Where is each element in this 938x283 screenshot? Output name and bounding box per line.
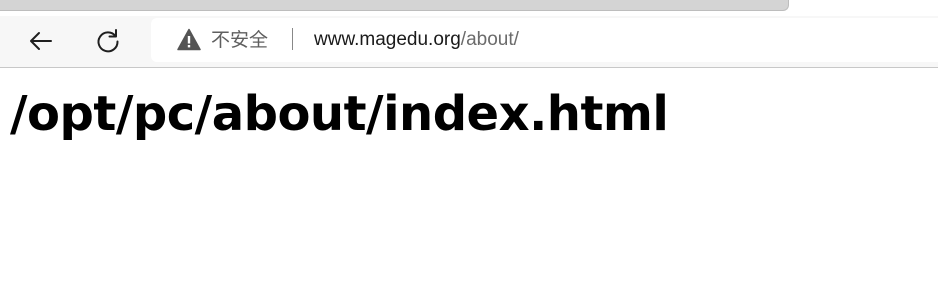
url-host: www.magedu.org: [314, 29, 461, 50]
browser-toolbar: 不安全 www.magedu.org/about/: [0, 16, 938, 68]
security-status-label[interactable]: 不安全: [211, 29, 268, 51]
warning-triangle-icon[interactable]: [177, 28, 201, 52]
reload-button[interactable]: [89, 22, 127, 60]
page-content: /opt/pc/about/index.html: [0, 68, 938, 283]
page-heading: /opt/pc/about/index.html: [10, 86, 669, 142]
url-text[interactable]: www.magedu.org/about/: [314, 29, 519, 51]
tab-strip: [0, 0, 938, 16]
address-divider: [292, 28, 293, 50]
url-path: /about/: [460, 29, 519, 50]
browser-tab[interactable]: [0, 0, 789, 11]
back-arrow-icon: [30, 32, 52, 50]
reload-icon: [97, 29, 119, 53]
back-button[interactable]: [22, 22, 60, 60]
address-bar[interactable]: 不安全 www.magedu.org/about/: [151, 18, 938, 62]
